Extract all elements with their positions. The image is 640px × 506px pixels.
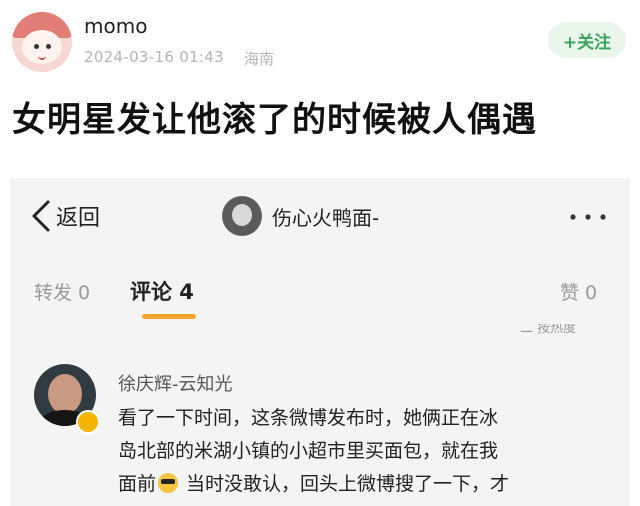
sort-label: 二 按热度	[520, 324, 577, 334]
profile-name[interactable]: 伤心火鸭面-	[272, 202, 379, 231]
post-author-avatar[interactable]	[12, 12, 72, 72]
post-timestamp: 2024-03-16 01:43	[84, 48, 224, 66]
sunglasses-emoji-icon	[158, 473, 179, 493]
comment-line: 面前 当时没敢认，回头上微博搜了一下，才	[118, 468, 598, 501]
tab-likes[interactable]: 赞 0	[560, 278, 597, 305]
embedded-tab-bar	[10, 258, 630, 324]
profile-avatar[interactable]	[222, 196, 262, 236]
comment-segment: 当时没敢认，回头上微博搜了一下，才	[180, 473, 510, 495]
post-location: 海南	[244, 50, 275, 68]
follow-button[interactable]: +关注	[548, 22, 626, 58]
back-button[interactable]: 返回	[56, 200, 100, 232]
active-tab-indicator	[142, 314, 196, 319]
comment-segment: 面前	[118, 473, 157, 495]
comment-line: 看了一下时间，这条微博发布时，她俩正在冰	[118, 407, 499, 429]
comment-line: 岛北部的米湖小镇的小超市里买面包，就在我	[118, 440, 499, 462]
back-chevron-icon[interactable]	[28, 198, 54, 234]
tab-comments[interactable]: 评论 4	[130, 276, 194, 306]
verify-icon	[76, 410, 100, 434]
post-title: 女明星发让他滚了的时候被人偶遇	[12, 100, 537, 140]
post-username[interactable]: momo	[84, 14, 147, 38]
commenter-name[interactable]: 徐庆辉-云知光	[118, 370, 233, 396]
more-dots-icon[interactable]	[568, 212, 608, 222]
tab-repost[interactable]: 转发 0	[34, 278, 90, 305]
comment-body: 看了一下时间，这条微博发布时，她俩正在冰 岛北部的米湖小镇的小超市里买面包，就在…	[118, 402, 598, 501]
